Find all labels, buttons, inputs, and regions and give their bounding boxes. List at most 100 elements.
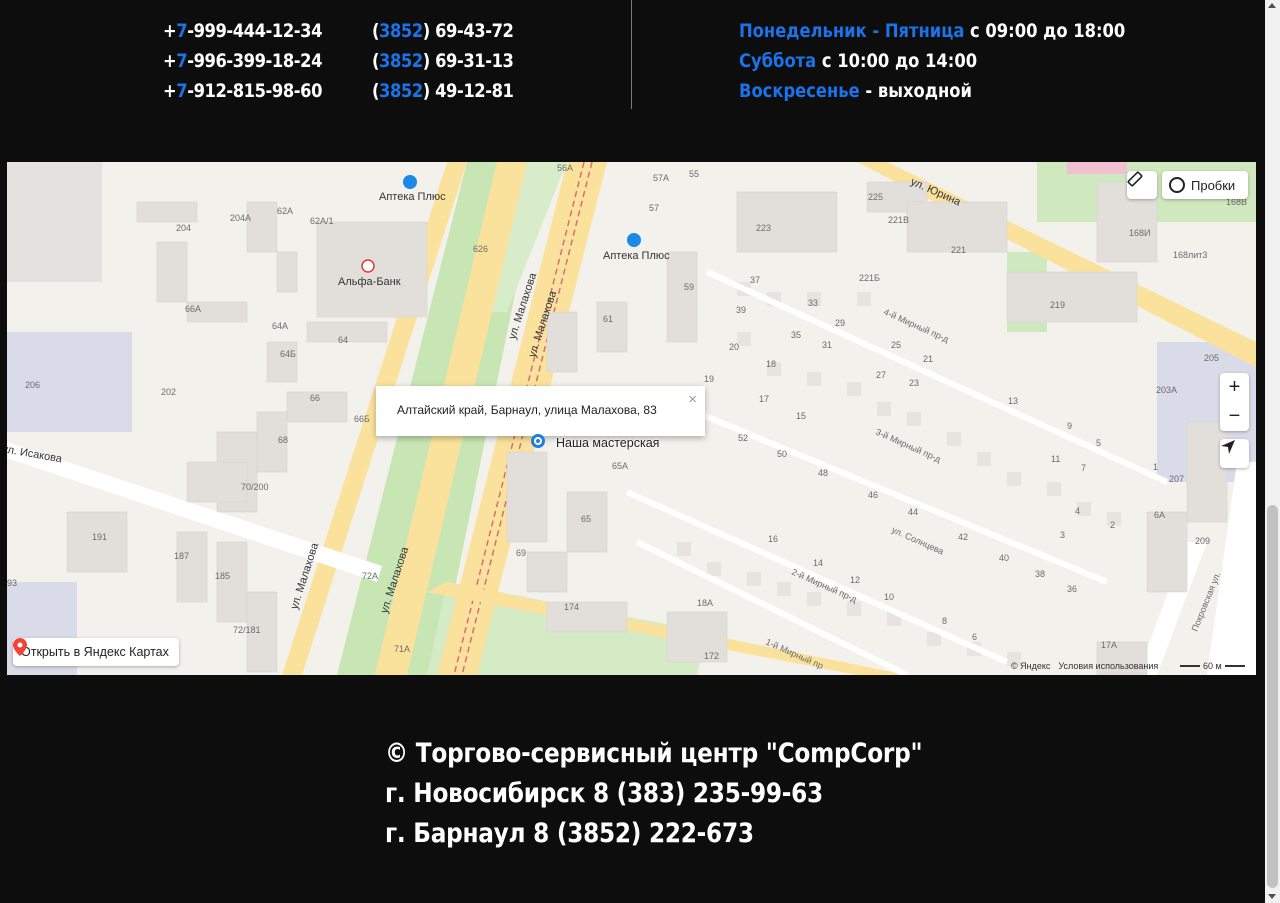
navigation-arrow-icon [1221,440,1235,454]
map-pin-icon [13,638,27,656]
house-number: 69 [516,548,526,558]
house-number: 6А [1154,510,1165,520]
map-scale: 60 м [1177,661,1248,671]
house-number: 25 [891,340,901,350]
house-number: 66А [185,304,201,314]
house-number: 203А [1156,385,1177,395]
house-number: 93 [7,578,17,588]
contacts-section: +7-999-444-12-34 +7-996-399-18-24 +7-912… [0,0,1265,120]
house-number: 4 [1075,506,1080,516]
house-number: 1 [1153,462,1158,472]
house-number: 174 [564,602,579,612]
vertical-divider [631,0,632,109]
house-number: 10 [884,592,894,602]
page-scrollbar[interactable] [1265,0,1280,903]
mobile-phone[interactable]: +7-912-815-98-60 [163,76,322,106]
house-number: 44 [908,507,918,517]
open-in-yandex-maps-button[interactable]: Открыть в Яндекс Картах [13,638,179,666]
house-number: 39 [736,305,746,315]
popup-address: Алтайский край, Барнаул, улица Малахова,… [397,403,657,417]
house-number: 52 [738,433,748,443]
traffic-icon [1169,177,1185,193]
hours-row: Понедельник - Пятница с 09:00 до 18:00 [739,20,1126,42]
address-popup: Алтайский край, Барнаул, улица Малахова,… [376,386,705,436]
house-number: 46 [868,490,878,500]
house-number: 59 [684,282,694,292]
ruler-button[interactable] [1127,171,1157,199]
house-number: 65А [612,461,628,471]
house-number: 40 [999,553,1009,563]
poi-label: Аптека Плюс [603,250,670,262]
mobile-phone[interactable]: +7-996-399-18-24 [163,46,322,76]
scrollbar-thumb[interactable] [1267,505,1278,888]
close-icon[interactable]: × [688,391,697,408]
house-number: 68 [278,435,288,445]
house-number: 13 [1008,396,1018,406]
house-number: 223 [756,223,771,233]
house-number: 225 [868,192,883,202]
house-number: 626 [473,244,488,254]
landline-phone[interactable]: (3852) 69-31-13 [372,46,514,76]
house-number: 36 [1067,584,1077,594]
poi-label: Аптека Плюс [379,191,446,203]
landline-phone[interactable]: (3852) 69-43-72 [372,16,514,46]
house-number: 5 [1096,438,1101,448]
house-number: 66 [310,393,320,403]
house-number: 27 [876,370,886,380]
house-number: 66Б [354,414,370,424]
location-marker-icon[interactable] [531,434,545,448]
house-number: 55 [689,169,699,179]
map-copyright: © Яндекс Условия использования [1011,661,1166,671]
house-number: 221В [888,215,909,225]
house-number: 57 [649,203,659,213]
house-number: 64 [338,335,348,345]
house-number: 18А [697,598,713,608]
yandex-copyright[interactable]: © Яндекс [1011,661,1050,671]
house-number: 207 [1169,474,1184,484]
marker-label[interactable]: Наша мастерская [556,436,659,450]
house-number: 3 [1060,530,1065,540]
house-number: 61 [603,314,613,324]
house-number: 23 [909,378,919,388]
footer-novosibirsk: г. Новосибирск 8 (383) 235-99-63 [385,778,823,809]
poi-label: Альфа-Банк [338,276,401,288]
bank-icon[interactable] [361,259,375,273]
mobile-phone[interactable]: +7-999-444-12-34 [163,16,322,46]
house-number: 62А [277,206,293,216]
house-number: 205 [1204,353,1219,363]
house-number: 14 [813,558,823,568]
zoom-in-button[interactable]: + [1220,373,1249,402]
house-number: 72/181 [233,625,261,635]
zoom-out-button[interactable]: − [1220,402,1249,431]
house-number: 37 [750,275,760,285]
house-number: 64Б [280,349,296,359]
house-number: 71А [394,644,410,654]
landline-phone[interactable]: (3852) 49-12-81 [372,76,514,106]
yandex-map[interactable]: ул. Малахова ул. Малахова ул. Малахова у… [7,162,1256,675]
scroll-up-icon[interactable] [1268,3,1276,8]
footer-barnaul: г. Барнаул 8 (3852) 222-673 [385,818,754,849]
house-number: 31 [822,340,832,350]
house-number: 62А/1 [310,216,334,226]
landline-phones: (3852) 69-43-72 (3852) 69-31-13 (3852) 4… [372,16,536,106]
house-number: 48 [818,468,828,478]
house-number: 9 [1067,421,1072,431]
house-number: 29 [835,318,845,328]
house-number: 33 [808,298,818,308]
scroll-down-icon[interactable] [1268,894,1276,899]
scale-label: 60 м [1203,661,1222,671]
footer-copyright: © Торгово-сервисный центр "CompCorp" [385,738,923,769]
house-number: 204 [176,223,191,233]
geolocation-button[interactable] [1220,439,1249,468]
house-number: 50 [777,449,787,459]
house-number: 19 [704,374,714,384]
pharmacy-icon[interactable] [403,175,417,189]
house-number: 42 [958,532,968,542]
mobile-phones: +7-999-444-12-34 +7-996-399-18-24 +7-912… [163,16,348,106]
house-number: 219 [1050,300,1065,310]
pharmacy-icon[interactable] [627,233,641,247]
traffic-button[interactable]: Пробки [1162,171,1248,199]
terms-link[interactable]: Условия использования [1058,661,1158,671]
house-number: 221Б [859,273,880,283]
house-number: 6 [972,632,977,642]
